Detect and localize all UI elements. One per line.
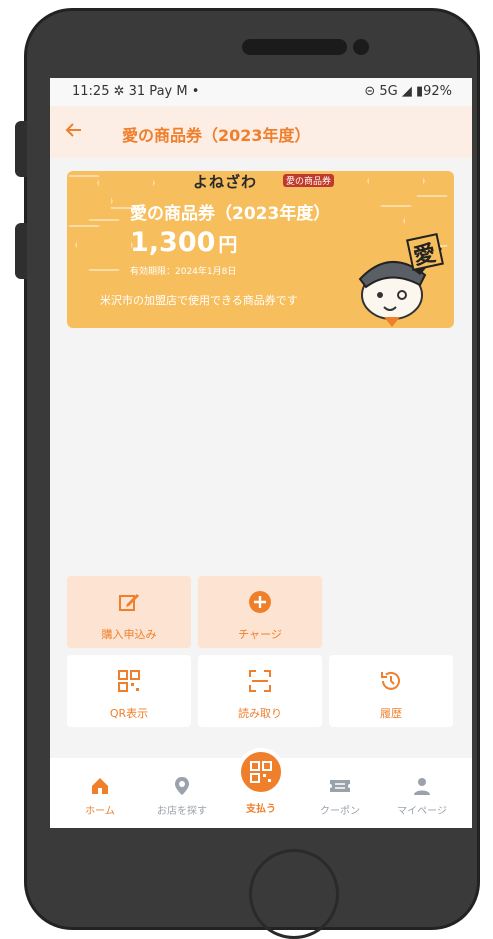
expiry-date: 有効期限：2024年1月8日 — [130, 267, 237, 277]
amount-value: 1,300 — [130, 227, 216, 258]
nav-pay-label: 支払う — [246, 804, 276, 815]
qr-display-label: QR表示 — [109, 707, 149, 720]
plus-circle-icon — [198, 590, 322, 620]
nav-home-label: ホーム — [85, 806, 115, 817]
nav-coupon-label: クーポン — [320, 806, 360, 817]
home-icon — [64, 776, 136, 798]
location-pin-icon — [146, 776, 218, 798]
history-button[interactable]: 履歴 — [329, 655, 453, 727]
history-icon — [329, 669, 453, 699]
coupon-icon — [304, 776, 376, 798]
nav-pay[interactable] — [237, 748, 285, 796]
speaker-grille — [242, 39, 347, 55]
nav-mypage-label: マイページ — [397, 806, 447, 817]
edit-icon — [67, 590, 191, 620]
mascot-samurai-icon: 愛 — [358, 233, 444, 327]
voucher-card[interactable]: よねざわ 愛の商品券 愛の商品券（2023年度） 1,300 円 有効期限：202… — [67, 171, 454, 328]
nav-find-store-label: お店を探す — [157, 806, 207, 817]
app-bar: 愛の商品券（2023年度） — [50, 106, 472, 158]
status-icons-right: ⊝ 5G ◢ ▮92% — [364, 84, 452, 99]
charge-label: チャージ — [238, 628, 282, 641]
user-icon — [386, 776, 458, 798]
history-label: 履歴 — [380, 707, 402, 720]
nav-home[interactable]: ホーム — [64, 776, 136, 817]
arrow-left-icon[interactable] — [64, 120, 84, 145]
front-camera — [353, 39, 369, 55]
scan-label: 読み取り — [238, 707, 282, 720]
nav-find-store[interactable]: お店を探す — [146, 776, 218, 817]
balance-amount: 1,300 円 — [130, 227, 237, 258]
currency-label: 円 — [218, 234, 238, 256]
scan-icon — [198, 669, 322, 699]
status-bar: 11:25 ✲ 31 Pay M • ⊝ 5G ◢ ▮92% — [50, 78, 472, 106]
purchase-apply-label: 購入申込み — [101, 628, 157, 641]
charge-button[interactable]: チャージ — [198, 576, 322, 648]
card-description: 米沢市の加盟店で使用できる商品券です — [100, 294, 298, 307]
scan-button[interactable]: 読み取り — [198, 655, 322, 727]
page-title: 愛の商品券（2023年度） — [122, 126, 311, 145]
bottom-nav: ホーム お店を探す 支払う クーポン マイページ — [50, 748, 472, 828]
status-time: 11:25 — [72, 84, 110, 99]
volume-down-button — [15, 223, 27, 279]
nav-coupon[interactable]: クーポン — [304, 776, 376, 817]
home-hardware-button[interactable] — [249, 849, 339, 939]
purchase-apply-button[interactable]: 購入申込み — [67, 576, 191, 648]
nav-mypage[interactable]: マイページ — [386, 776, 458, 817]
qr-code-icon — [67, 669, 191, 699]
volume-up-button — [15, 121, 27, 177]
status-icons-left: ✲ 31 Pay M • — [113, 84, 200, 99]
qr-display-button[interactable]: QR表示 — [67, 655, 191, 727]
brand-logo: よねざわ — [193, 173, 258, 191]
phone-screen: 11:25 ✲ 31 Pay M • ⊝ 5G ◢ ▮92% 愛の商品券（202… — [50, 78, 472, 828]
status-left: 11:25 ✲ 31 Pay M • — [72, 84, 199, 99]
qr-pay-icon — [250, 761, 272, 783]
card-title: 愛の商品券（2023年度） — [130, 204, 331, 224]
brand-sub-logo: 愛の商品券 — [283, 174, 335, 187]
